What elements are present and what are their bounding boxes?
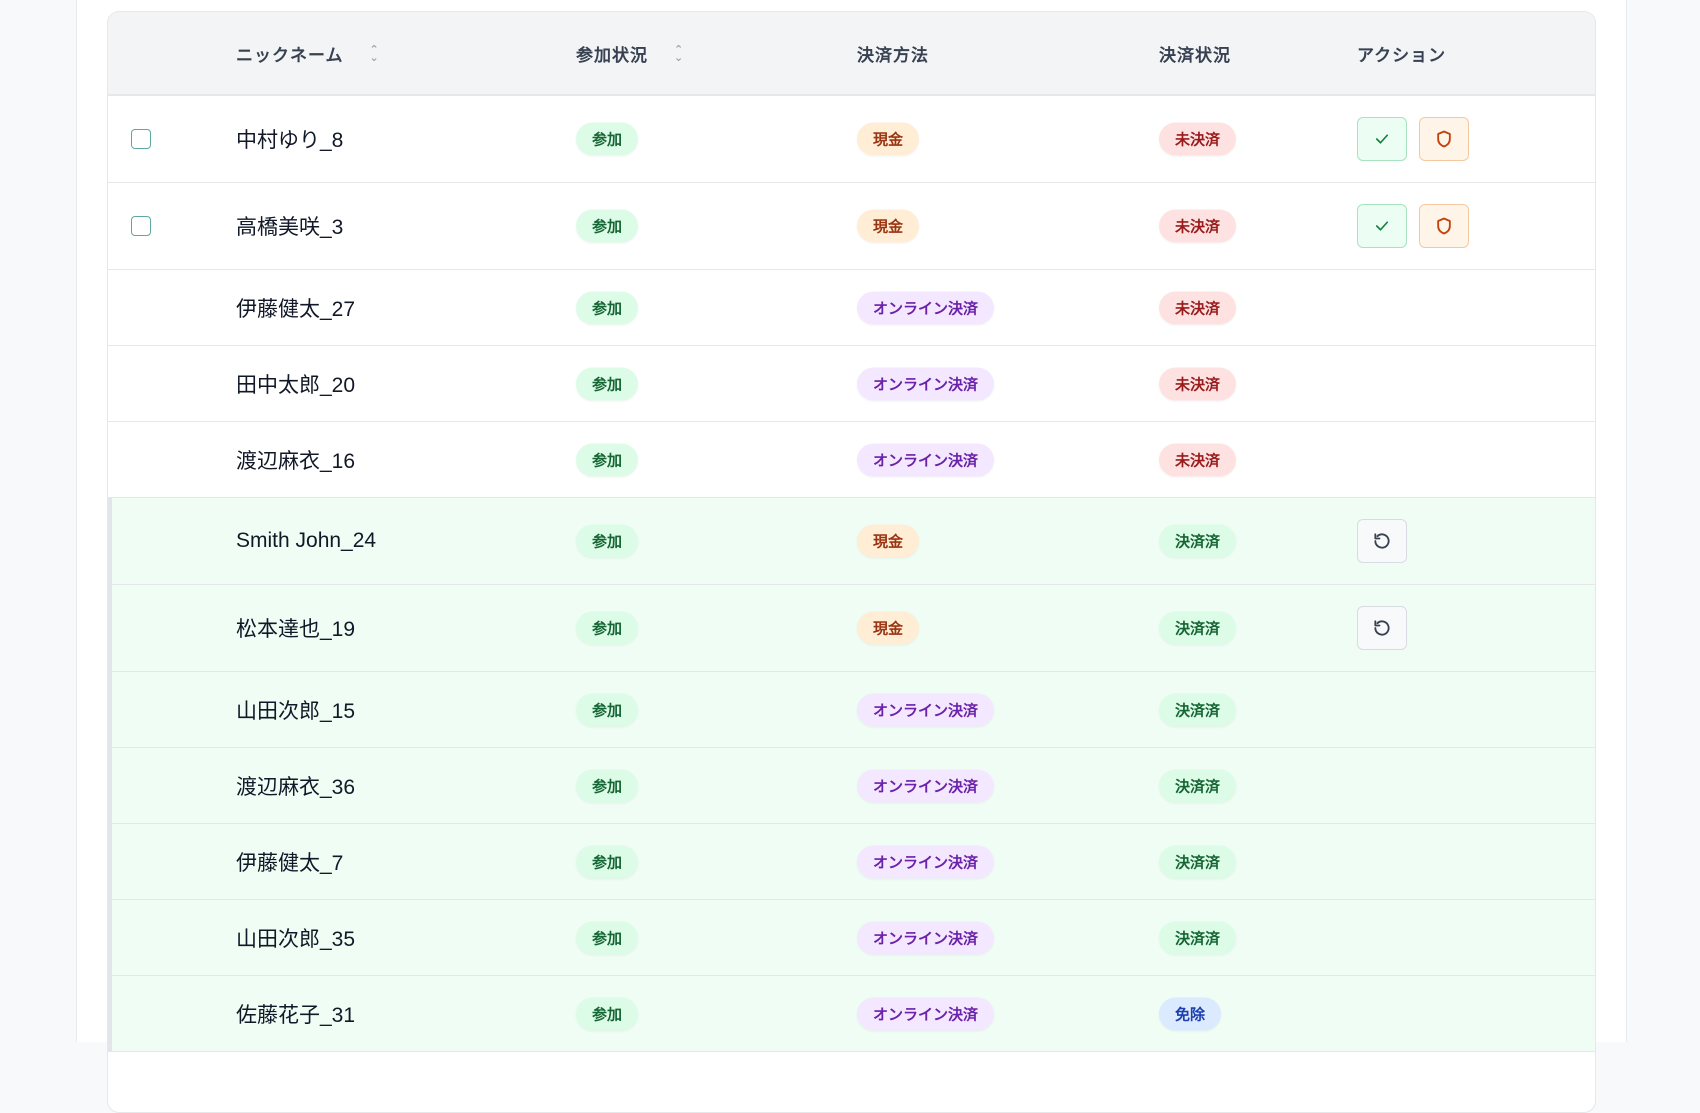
payment-method-badge: オンライン決済 (857, 997, 995, 1030)
payment-method-badge: 現金 (857, 524, 920, 558)
undo-icon (1372, 618, 1392, 638)
table-row: 伊藤健太_27 参加 オンライン決済 未決済 (108, 270, 1595, 346)
nickname: 伊藤健太_7 (236, 851, 344, 875)
table-row: 山田次郎_15 参加 オンライン決済 決済済 (108, 672, 1595, 748)
column-header-nickname[interactable]: ニックネーム ⌃ ⌄ (236, 41, 380, 66)
payment-method-badge: 現金 (857, 209, 920, 243)
table-row: 佐藤花子_31 参加 オンライン決済 免除 (108, 976, 1595, 1052)
payment-status-badge: 決済済 (1159, 693, 1237, 726)
nickname: 高橋美咲_3 (236, 216, 344, 239)
nickname: 山田次郎_35 (236, 927, 356, 951)
nickname: 佐藤花子_31 (236, 1003, 356, 1027)
attendance-badge: 参加 (576, 443, 639, 476)
payment-method-badge: 現金 (857, 611, 920, 645)
nickname: Smith John_24 (236, 529, 377, 552)
undo-icon (1372, 531, 1392, 551)
column-header-attendance[interactable]: 参加状況 ⌃ ⌄ (576, 41, 684, 66)
shield-icon (1434, 216, 1454, 236)
row-checkbox[interactable] (131, 216, 151, 236)
attendance-header-label: 参加状況 (576, 46, 648, 65)
nickname: 渡辺麻衣_36 (236, 775, 356, 799)
payment-status-badge: 未決済 (1159, 209, 1237, 243)
nickname: 山田次郎_15 (236, 699, 356, 723)
nickname: 松本達也_19 (236, 618, 356, 641)
table-row: 松本達也_19 参加 現金 決済済 (108, 585, 1595, 672)
payment-status-badge: 決済済 (1159, 769, 1237, 802)
payment-status-badge: 決済済 (1159, 921, 1237, 954)
participants-table: ニックネーム ⌃ ⌄ 参加状況 ⌃ ⌄ 決済方法 決済状況 アクション 中村ゆり_8… (107, 11, 1596, 1113)
row-checkbox[interactable] (131, 129, 151, 149)
attendance-badge: 参加 (576, 769, 639, 802)
table-row: 中村ゆり_8 参加 現金 未決済 (108, 96, 1595, 183)
nickname: 中村ゆり_8 (236, 129, 344, 152)
payment-status-badge: 決済済 (1159, 845, 1237, 878)
column-header-payment-status: 決済状況 (1159, 46, 1231, 65)
attendance-badge: 参加 (576, 524, 639, 558)
payment-method-badge: オンライン決済 (857, 367, 995, 400)
payment-method-badge: 現金 (857, 122, 920, 156)
exempt-button[interactable] (1419, 204, 1469, 248)
confirm-button[interactable] (1357, 204, 1407, 248)
table-body: 中村ゆり_8 参加 現金 未決済 高橋美咲_3 参加 現金 未決済 伊藤健太_27 参加 オンライン… (108, 96, 1595, 1052)
column-header-payment-method: 決済方法 (857, 46, 929, 65)
payment-method-badge: オンライン決済 (857, 693, 995, 726)
payment-method-badge: オンライン決済 (857, 921, 995, 954)
shield-icon (1434, 129, 1454, 149)
column-header-actions: アクション (1357, 46, 1447, 65)
attendance-badge: 参加 (576, 291, 639, 324)
payment-status-badge: 未決済 (1159, 367, 1237, 400)
table-row: 高橋美咲_3 参加 現金 未決済 (108, 183, 1595, 270)
table-row: 渡辺麻衣_16 参加 オンライン決済 未決済 (108, 422, 1595, 498)
nickname: 伊藤健太_27 (236, 297, 356, 321)
sort-icon[interactable]: ⌃ ⌄ (370, 44, 380, 63)
undo-button[interactable] (1357, 519, 1407, 563)
nickname: 渡辺麻衣_16 (236, 449, 356, 473)
payment-status-badge: 未決済 (1159, 122, 1237, 156)
attendance-badge: 参加 (576, 693, 639, 726)
table-row: 伊藤健太_7 参加 オンライン決済 決済済 (108, 824, 1595, 900)
payment-status-badge: 決済済 (1159, 611, 1237, 645)
nickname: 田中太郎_20 (236, 373, 356, 397)
payment-status-badge: 免除 (1159, 997, 1222, 1030)
check-icon (1373, 130, 1391, 148)
attendance-badge: 参加 (576, 367, 639, 400)
attendance-badge: 参加 (576, 209, 639, 243)
payment-method-badge: オンライン決済 (857, 845, 995, 878)
attendance-badge: 参加 (576, 611, 639, 645)
check-icon (1373, 217, 1391, 235)
attendance-badge: 参加 (576, 921, 639, 954)
table-row: 田中太郎_20 参加 オンライン決済 未決済 (108, 346, 1595, 422)
attendance-badge: 参加 (576, 122, 639, 156)
confirm-button[interactable] (1357, 117, 1407, 161)
table-row: 山田次郎_35 参加 オンライン決済 決済済 (108, 900, 1595, 976)
exempt-button[interactable] (1419, 117, 1469, 161)
payment-method-badge: オンライン決済 (857, 443, 995, 476)
attendance-badge: 参加 (576, 845, 639, 878)
table-header: ニックネーム ⌃ ⌄ 参加状況 ⌃ ⌄ 決済方法 決済状況 アクション (108, 12, 1595, 96)
payment-status-badge: 未決済 (1159, 291, 1237, 324)
payment-method-badge: オンライン決済 (857, 769, 995, 802)
payment-status-badge: 未決済 (1159, 443, 1237, 476)
undo-button[interactable] (1357, 606, 1407, 650)
sort-icon[interactable]: ⌃ ⌄ (674, 44, 684, 63)
payment-status-badge: 決済済 (1159, 524, 1237, 558)
payment-method-badge: オンライン決済 (857, 291, 995, 324)
table-row: 渡辺麻衣_36 参加 オンライン決済 決済済 (108, 748, 1595, 824)
attendance-badge: 参加 (576, 997, 639, 1030)
nickname-header-label: ニックネーム (236, 46, 344, 65)
table-row: Smith John_24 参加 現金 決済済 (108, 498, 1595, 585)
